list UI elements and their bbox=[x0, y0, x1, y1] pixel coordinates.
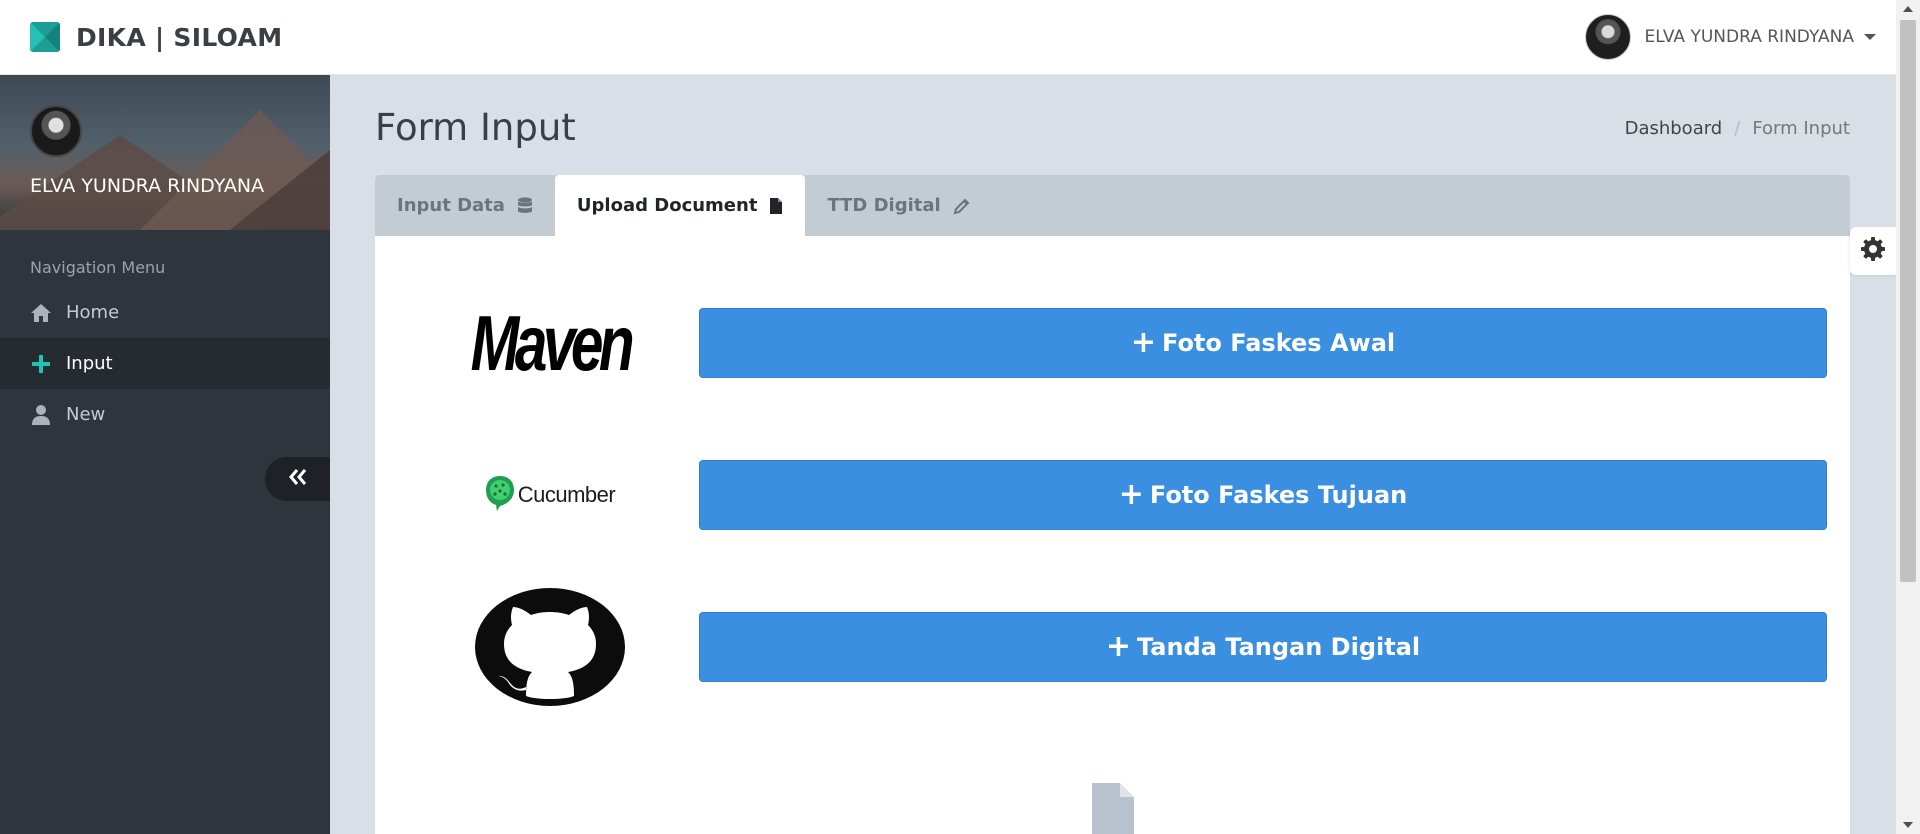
user-menu-dropdown[interactable]: ELVA YUNDRA RINDYANA bbox=[1584, 14, 1876, 60]
upload-foto-faskes-awal-button[interactable]: + Foto Faskes Awal bbox=[699, 308, 1827, 378]
page-scrollbar[interactable] bbox=[1896, 0, 1920, 834]
brand[interactable]: DIKA | SILOAM bbox=[30, 22, 282, 52]
sidebar-profile: ELVA YUNDRA RINDYANA bbox=[0, 75, 330, 230]
breadcrumb: Dashboard / Form Input bbox=[1625, 118, 1850, 139]
sidebar-collapse-button[interactable] bbox=[265, 457, 330, 501]
upload-foto-faskes-tujuan-button[interactable]: + Foto Faskes Tujuan bbox=[699, 460, 1827, 530]
tab-ttd-digital[interactable]: TTD Digital bbox=[805, 175, 992, 236]
scroll-down-arrow-icon[interactable] bbox=[1903, 822, 1913, 828]
maven-logo: Maven bbox=[470, 280, 634, 406]
breadcrumb-current: Form Input bbox=[1752, 118, 1850, 139]
upload-tanda-tangan-digital-button[interactable]: + Tanda Tangan Digital bbox=[699, 612, 1827, 682]
scroll-up-arrow-icon[interactable] bbox=[1903, 6, 1913, 12]
database-icon bbox=[517, 196, 533, 215]
cucumber-logo-mark: Cucumber bbox=[485, 474, 616, 516]
tab-label: TTD Digital bbox=[827, 195, 941, 216]
sidebar-item-input[interactable]: Input bbox=[0, 338, 330, 389]
maven-logo-text: Maven bbox=[470, 298, 634, 387]
avatar bbox=[1584, 14, 1631, 60]
plus-icon: + bbox=[1118, 477, 1144, 512]
brand-title: DIKA | SILOAM bbox=[76, 22, 283, 52]
sidebar-item-label: Home bbox=[66, 302, 120, 323]
upload-row: + Tanda Tangan Digital bbox=[375, 588, 1850, 706]
settings-button[interactable] bbox=[1850, 227, 1896, 275]
profile-name: ELVA YUNDRA RINDYANA bbox=[30, 175, 265, 197]
nav-header: Navigation Menu bbox=[30, 258, 166, 277]
breadcrumb-link-dashboard[interactable]: Dashboard bbox=[1625, 118, 1723, 139]
file-icon bbox=[769, 197, 783, 215]
upload-button-label: Foto Faskes Awal bbox=[1162, 329, 1396, 357]
scrollbar-thumb[interactable] bbox=[1900, 20, 1916, 582]
tab-bar: Input Data Upload Document TTD Digital bbox=[375, 175, 1850, 236]
user-icon bbox=[30, 404, 52, 426]
github-logo bbox=[470, 584, 630, 710]
upload-button-label: Tanda Tangan Digital bbox=[1137, 633, 1421, 661]
home-icon bbox=[30, 302, 52, 324]
page-title: Form Input bbox=[375, 106, 576, 149]
sidebar-item-new[interactable]: New bbox=[0, 389, 330, 440]
plus-icon bbox=[30, 353, 52, 375]
tab-input-data[interactable]: Input Data bbox=[375, 175, 555, 236]
sidebar-item-label: Input bbox=[66, 353, 113, 374]
document-placeholder-icon bbox=[1092, 783, 1134, 834]
cucumber-logo-text: Cucumber bbox=[517, 482, 616, 507]
user-menu-name: ELVA YUNDRA RINDYANA bbox=[1644, 27, 1854, 47]
top-navbar: DIKA | SILOAM ELVA YUNDRA RINDYANA bbox=[0, 0, 1896, 75]
brand-logo-icon bbox=[30, 22, 60, 52]
plus-icon: + bbox=[1130, 325, 1157, 360]
github-octocat-icon bbox=[475, 588, 625, 706]
tab-label: Upload Document bbox=[576, 195, 758, 216]
double-chevron-left-icon bbox=[288, 468, 308, 490]
upload-row: Maven + Foto Faskes Awal bbox=[375, 299, 1850, 387]
breadcrumb-separator: / bbox=[1734, 118, 1741, 139]
pencil-icon bbox=[953, 197, 971, 215]
profile-avatar[interactable] bbox=[30, 105, 82, 157]
sidebar-item-label: New bbox=[66, 404, 106, 425]
tab-upload-document[interactable]: Upload Document bbox=[554, 175, 806, 236]
cucumber-icon bbox=[485, 474, 515, 516]
form-card: Input Data Upload Document TTD Digital M… bbox=[375, 175, 1850, 834]
sidebar-item-home[interactable]: Home bbox=[0, 287, 330, 338]
upload-row: Cucumber + Foto Faskes Tujuan bbox=[375, 460, 1850, 530]
plus-icon: + bbox=[1105, 629, 1131, 664]
tab-label: Input Data bbox=[397, 195, 505, 216]
sidebar: ELVA YUNDRA RINDYANA Navigation Menu Hom… bbox=[0, 75, 330, 834]
cucumber-logo: Cucumber bbox=[470, 460, 630, 530]
upload-button-label: Foto Faskes Tujuan bbox=[1149, 481, 1408, 509]
gear-icon bbox=[1860, 236, 1886, 266]
caret-down-icon bbox=[1864, 34, 1876, 40]
